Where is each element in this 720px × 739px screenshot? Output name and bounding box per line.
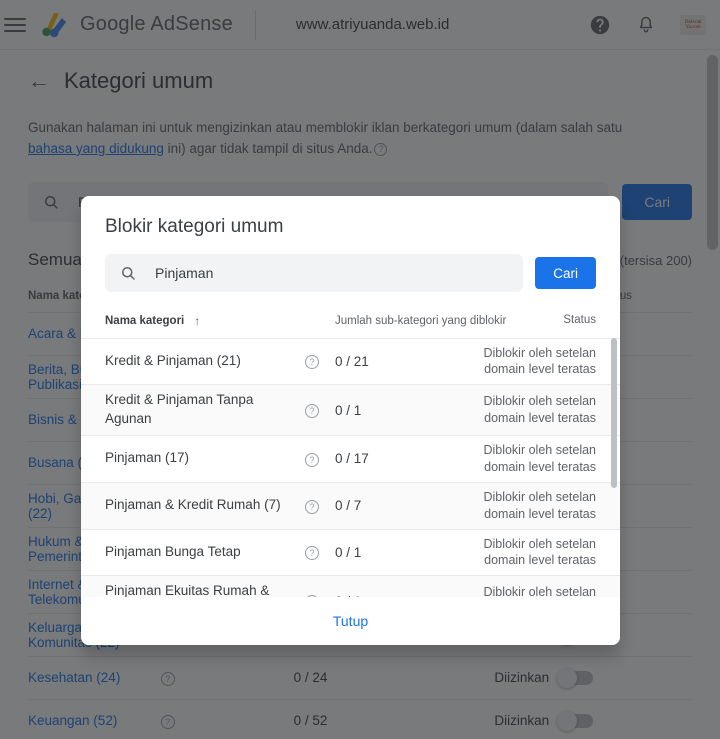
- dialog-table-row[interactable]: Pinjaman (17)? 0 / 17 Diblokir oleh setela…: [81, 435, 620, 482]
- help-circle-icon[interactable]: ?: [305, 401, 335, 419]
- close-button[interactable]: Tutup: [317, 605, 384, 637]
- screen: Google AdSense www.atriyuanda.web.id: [0, 0, 720, 739]
- dialog-blocked-count: 0 / 21: [335, 353, 369, 369]
- dialog-table-row[interactable]: Kredit & Pinjaman Tanpa Agunan? 0 / 1 Dibl…: [81, 384, 620, 436]
- dialog-column-header-name[interactable]: Nama kategori ↑: [105, 314, 335, 328]
- dialog-table-header: Nama kategori ↑ Jumlah sub-kategori yang…: [81, 292, 620, 338]
- dialog-table-row[interactable]: Pinjaman Bunga Tetap? 0 / 1 Diblokir oleh …: [81, 528, 620, 576]
- dialog-status-label: Diblokir oleh setelan domain level terat…: [483, 394, 596, 426]
- dialog-status-label: Diblokir oleh setelan domain level terat…: [483, 536, 596, 568]
- help-circle-icon[interactable]: ?: [305, 450, 335, 468]
- dialog-category-name: Pinjaman (17): [105, 450, 190, 466]
- dialog-search-button[interactable]: Cari: [535, 257, 596, 289]
- dialog-title: Blokir kategori umum: [105, 216, 284, 237]
- dialog-search-input[interactable]: [155, 265, 510, 281]
- dialog-table-row[interactable]: Kredit & Pinjaman (21)? 0 / 21 Diblokir ol…: [81, 337, 620, 385]
- dialog-blocked-count: 0 / 1: [335, 544, 362, 560]
- dialog-blocked-count: 0 / 17: [335, 451, 369, 467]
- help-circle-icon[interactable]: ?: [305, 497, 335, 515]
- dialog-scrollbar-thumb[interactable]: [611, 337, 617, 488]
- dialog-search-row: Cari: [81, 238, 620, 292]
- dialog-column-header-name-label: Nama kategori: [105, 315, 185, 327]
- search-icon: [119, 264, 137, 282]
- dialog-category-name: Pinjaman & Kredit Rumah (7): [105, 497, 281, 513]
- dialog-blocked-count: 0 / 1: [335, 402, 362, 418]
- dialog-status-label: Diblokir oleh setelan domain level terat…: [483, 489, 596, 521]
- help-circle-icon[interactable]: ?: [305, 352, 335, 370]
- dialog-footer: Tutup: [81, 597, 620, 645]
- dialog-blocked-count: 0 / 7: [335, 498, 362, 514]
- dialog-column-header-count: Jumlah sub-kategori yang diblokir: [335, 315, 507, 327]
- help-circle-icon[interactable]: ?: [305, 543, 335, 561]
- sort-ascending-icon: ↑: [194, 314, 201, 328]
- dialog-status-label: Diblokir oleh setelan domain level terat…: [483, 345, 596, 377]
- dialog-column-header-status: Status: [563, 314, 596, 326]
- dialog-category-name: Kredit & Pinjaman (21): [105, 352, 241, 368]
- dialog-search-box[interactable]: [105, 254, 524, 292]
- dialog-category-name: Kredit & Pinjaman Tanpa Agunan: [105, 392, 254, 427]
- block-categories-dialog: Blokir kategori umum Cari Nama kategori …: [81, 196, 620, 645]
- dialog-category-name: Pinjaman Bunga Tetap: [105, 543, 241, 559]
- dialog-status-label: Diblokir oleh setelan domain level terat…: [483, 443, 596, 474]
- dialog-table-row[interactable]: Pinjaman & Kredit Rumah (7)? 0 / 7 Dibloki…: [81, 481, 620, 529]
